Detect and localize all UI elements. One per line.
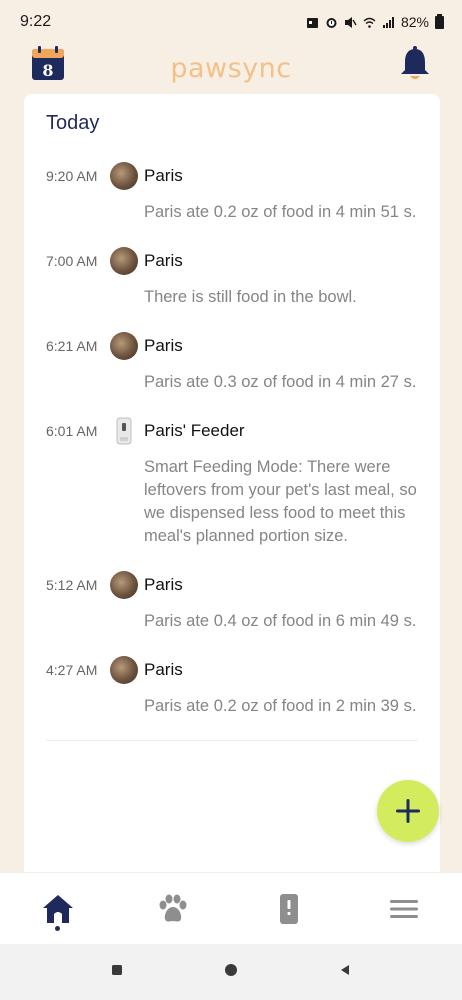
back-button[interactable] [338, 963, 352, 982]
plus-icon [396, 799, 420, 823]
divider [46, 740, 418, 741]
nav-menu[interactable] [374, 879, 434, 939]
bottom-nav [0, 872, 462, 944]
section-title: Today [46, 112, 100, 134]
timeline-entry[interactable]: 6:21 AM Paris Paris ate 0.3 oz of food i… [46, 331, 418, 394]
entry-message: Paris ate 0.2 oz of food in 2 min 39 s. [144, 697, 417, 715]
nav-home[interactable] [28, 879, 88, 939]
sim-icon [306, 17, 318, 28]
status-bar: 9:22 82% [0, 0, 462, 44]
notifications-button[interactable] [398, 46, 432, 82]
app-logo: pawsync [170, 52, 292, 84]
entry-time: 4:27 AM [46, 662, 98, 678]
timeline-entry[interactable]: 4:27 AM Paris Paris ate 0.2 oz of food i… [46, 655, 418, 718]
calendar-icon: 8 [32, 46, 64, 80]
entry-time: 9:20 AM [46, 168, 98, 184]
home-system-button[interactable] [223, 962, 239, 983]
nav-pets[interactable] [143, 879, 203, 939]
entry-name: Paris [144, 166, 183, 185]
entry-time: 5:12 AM [46, 577, 98, 593]
entry-name: Paris [144, 251, 183, 270]
status-time: 9:22 [20, 13, 52, 30]
entry-name: Paris [144, 660, 183, 679]
mute-icon [344, 16, 357, 28]
active-indicator [55, 925, 61, 931]
timeline-entry[interactable]: 5:12 AM Paris Paris ate 0.4 oz of food i… [46, 570, 418, 633]
entry-name: Paris' Feeder [144, 421, 245, 440]
timeline-entry[interactable]: 7:00 AM Paris There is still food in the… [46, 246, 418, 309]
menu-icon [390, 899, 419, 918]
entry-time: 7:00 AM [46, 253, 98, 269]
battery-percent: 82% [400, 14, 429, 30]
system-nav [0, 944, 462, 1000]
home-circle-icon [224, 963, 237, 976]
activity-card: Today 9:20 AM Paris Paris ate 0.2 oz of … [24, 94, 440, 884]
status-icons: 82% [306, 13, 444, 30]
home-icon [42, 894, 73, 923]
alarm-icon [326, 17, 337, 28]
pet-avatar [110, 332, 138, 360]
recents-button[interactable] [110, 963, 124, 982]
bell-icon [401, 46, 429, 79]
nav-devices[interactable] [259, 879, 319, 939]
wifi-icon [363, 17, 376, 28]
pet-avatar [110, 162, 138, 190]
entry-message: Smart Feeding Mode: There were leftovers… [144, 458, 417, 545]
entry-message: Paris ate 0.3 oz of food in 4 min 27 s. [144, 373, 417, 391]
battery-icon [435, 13, 444, 29]
entry-message: Paris ate 0.2 oz of food in 4 min 51 s. [144, 203, 417, 221]
entry-message: Paris ate 0.4 oz of food in 6 min 49 s. [144, 612, 417, 630]
pet-avatar [110, 656, 138, 684]
entry-name: Paris [144, 336, 183, 355]
timeline-entry[interactable]: 6:01 AM Paris' Feeder Smart Feeding Mode… [46, 416, 418, 548]
paw-icon [159, 894, 187, 921]
feeder-device-icon [279, 893, 298, 924]
entry-name: Paris [144, 575, 183, 594]
entry-message: There is still food in the bowl. [144, 288, 357, 306]
signal-icon [382, 16, 394, 28]
timeline-entry[interactable]: 9:20 AM Paris Paris ate 0.2 oz of food i… [46, 161, 418, 224]
calendar-day: 8 [42, 61, 53, 80]
back-icon [341, 964, 350, 975]
entry-time: 6:01 AM [46, 423, 98, 439]
pet-avatar [110, 247, 138, 275]
calendar-button[interactable]: 8 [30, 46, 66, 82]
entry-time: 6:21 AM [46, 338, 98, 354]
app-header: 8 pawsync [0, 44, 462, 92]
pet-avatar [110, 571, 138, 599]
recents-icon [111, 964, 122, 975]
add-button[interactable] [377, 780, 439, 842]
feeder-icon [110, 417, 138, 445]
